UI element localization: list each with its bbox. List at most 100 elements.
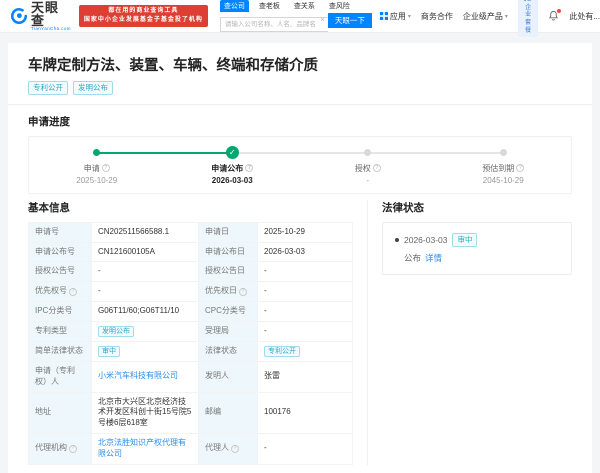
slogan-line-2: 国家中小企业发展基金子基金投了机构 [83, 17, 203, 23]
simple-legal-status: 审中 [92, 341, 198, 361]
step-date: - [366, 175, 370, 185]
address: 北京市大兴区北京经济技术开发区科创十街15号院5号楼6层618室 [92, 392, 198, 433]
row-label: 专利类型 [29, 321, 91, 341]
tianyancha-logo-icon [10, 8, 28, 25]
user-menu[interactable]: 此处有... ▾ [569, 11, 600, 22]
vip-badge-line2: 企业套餐 [525, 4, 532, 35]
legal-status-section: 法律状态 2026-03-03 审中 公布 详情 [367, 199, 572, 465]
row-label: 简单法律状态 [29, 341, 91, 361]
info-icon[interactable]: ? [245, 164, 254, 173]
step-label: 预估到期 [482, 163, 515, 173]
patent-card: 车牌定制方法、装置、车辆、终端和存储介质 专利公开 发明公布 申请进度 申请? … [8, 43, 592, 473]
legal-status-box: 2026-03-03 审中 公布 详情 [382, 221, 572, 275]
info-icon[interactable]: ? [516, 164, 525, 173]
legal-status-detail-link[interactable]: 详情 [425, 252, 442, 264]
legal-status-action: 公布 [404, 252, 422, 263]
legal-pending-badge: 审中 [452, 232, 478, 247]
row-label: 法律状态 [199, 341, 257, 361]
row-label: 受理局 [199, 321, 257, 341]
basic-info-section: 基本信息 申请号 CN202511566588.1 申请日 2025-10-29… [28, 200, 367, 465]
row-label: CPC分类号 [199, 301, 257, 321]
applicant: 小米汽车科技有限公司 [92, 361, 198, 392]
status-badge-invention-publication: 发明公布 [73, 81, 113, 95]
nav-products-label: 企业级产品 [462, 11, 503, 21]
nav-enterprise-products[interactable]: 企业级产品 ▾ [463, 11, 508, 22]
search-tab-relation[interactable]: 查关系 [290, 0, 319, 12]
row-label: 邮编 [199, 392, 257, 433]
info-icon[interactable]: ? [372, 164, 381, 173]
search-input[interactable] [219, 17, 328, 32]
timeline-step-grant: 授权? - [300, 146, 436, 185]
row-label: 申请日 [199, 222, 257, 242]
timeline-step-estimated-expiry: 预估到期? 2045-10-29 [436, 146, 572, 185]
section-title-legal-status: 法律状态 [382, 201, 424, 214]
user-name: 此处有... [569, 11, 600, 21]
step-done-dot [93, 149, 101, 157]
clear-search-icon[interactable]: × [320, 15, 325, 24]
application-date: 2025-10-29 [258, 222, 352, 242]
step-date: 2026-03-03 [211, 175, 253, 185]
nav-apps[interactable]: 应用 ▾ [379, 11, 411, 22]
bullet-icon [395, 237, 399, 242]
nav-cooperation-label: 商务合作 [420, 11, 453, 21]
priority-date: - [258, 282, 352, 301]
postal-code: 100176 [258, 392, 352, 433]
vip-badge-line1: VIP [523, 0, 533, 5]
info-icon[interactable]: ? [231, 444, 239, 453]
nav-apps-label: 应用 [389, 11, 406, 21]
chevron-down-icon: ▾ [407, 13, 411, 20]
notification-dot [557, 8, 562, 13]
top-header: 天眼查 TianYanCha.com 都在用的商业查询工具 国家中小企业发展基金… [0, 0, 600, 37]
row-label: 授权公告号 [29, 262, 91, 282]
agency-link[interactable]: 北京法胜知识产权代理有限公司 [98, 438, 192, 460]
brand-slogan-banner: 都在用的商业查询工具 国家中小企业发展基金子基金投了机构 [78, 4, 208, 28]
header-search: 查公司 查老板 查关系 查风险 × 天眼一下 [219, 0, 372, 32]
accepting-office: - [258, 321, 352, 341]
logo-name: 天眼查 [31, 0, 60, 28]
section-title-basic-info: 基本信息 [28, 201, 70, 214]
vip-badge[interactable]: VIP 企业套餐 [517, 0, 539, 37]
step-label: 授权 [354, 163, 371, 173]
grant-number: - [92, 262, 198, 282]
step-date: 2045-10-29 [482, 175, 524, 185]
progress-timeline: 申请? 2025-10-29 ✓ 申请公布? 2026-03-03 授权? - … [28, 135, 572, 194]
nav-business-cooperation[interactable]: 商务合作 [421, 11, 453, 22]
inventor: 张雷 [258, 361, 352, 392]
notification-bell-icon[interactable] [548, 8, 562, 23]
applicant-link[interactable]: 小米汽车科技有限公司 [98, 371, 178, 382]
row-label: 代理人? [199, 433, 257, 464]
search-tabs: 查公司 查老板 查关系 查风险 [219, 0, 372, 12]
search-tab-boss[interactable]: 查老板 [255, 0, 284, 12]
row-label: 代理机构? [29, 433, 91, 464]
legal-status-value: 专利公开 [258, 341, 352, 361]
info-icon[interactable]: ? [69, 444, 77, 453]
row-label: 申请（专利权）人 [29, 361, 91, 392]
tianyancha-logo[interactable]: 天眼查 TianYanCha.com [10, 1, 71, 32]
agency: 北京法胜知识产权代理有限公司 [92, 433, 198, 464]
row-label: 发明人 [199, 361, 257, 392]
info-icon[interactable]: ? [101, 164, 110, 173]
info-icon[interactable]: ? [69, 287, 77, 296]
row-label: 地址 [29, 392, 91, 433]
publication-date: 2026-03-03 [258, 242, 352, 262]
search-tab-company[interactable]: 查公司 [219, 0, 249, 12]
section-title-progress: 申请进度 [28, 115, 70, 128]
search-button[interactable]: 天眼一下 [327, 13, 372, 28]
page-title: 车牌定制方法、装置、车辆、终端和存储介质 [28, 58, 318, 74]
row-label: 优先权日? [199, 282, 257, 301]
search-tab-risk[interactable]: 查风险 [325, 0, 354, 12]
patent-type-badge: 发明公布 [98, 325, 134, 337]
header-nav: 应用 ▾ 商务合作 企业级产品 ▾ VIP 企业套餐 此处有... ▾ [379, 0, 600, 37]
apps-grid-icon [379, 12, 388, 20]
legal-status-badge: 专利公开 [264, 345, 300, 357]
info-icon[interactable]: ? [239, 287, 247, 296]
step-label: 申请公布 [211, 163, 244, 173]
status-badge-patent-public: 专利公开 [28, 81, 68, 95]
slogan-line-1: 都在用的商业查询工具 [108, 7, 179, 14]
legal-status-date: 2026-03-03 [404, 234, 448, 245]
check-icon: ✓ [228, 148, 236, 158]
step-pending-dot [499, 149, 507, 157]
grant-date: - [258, 262, 352, 282]
timeline-step-application: 申请? 2025-10-29 [29, 146, 165, 185]
row-label: 申请公布日 [199, 242, 257, 262]
